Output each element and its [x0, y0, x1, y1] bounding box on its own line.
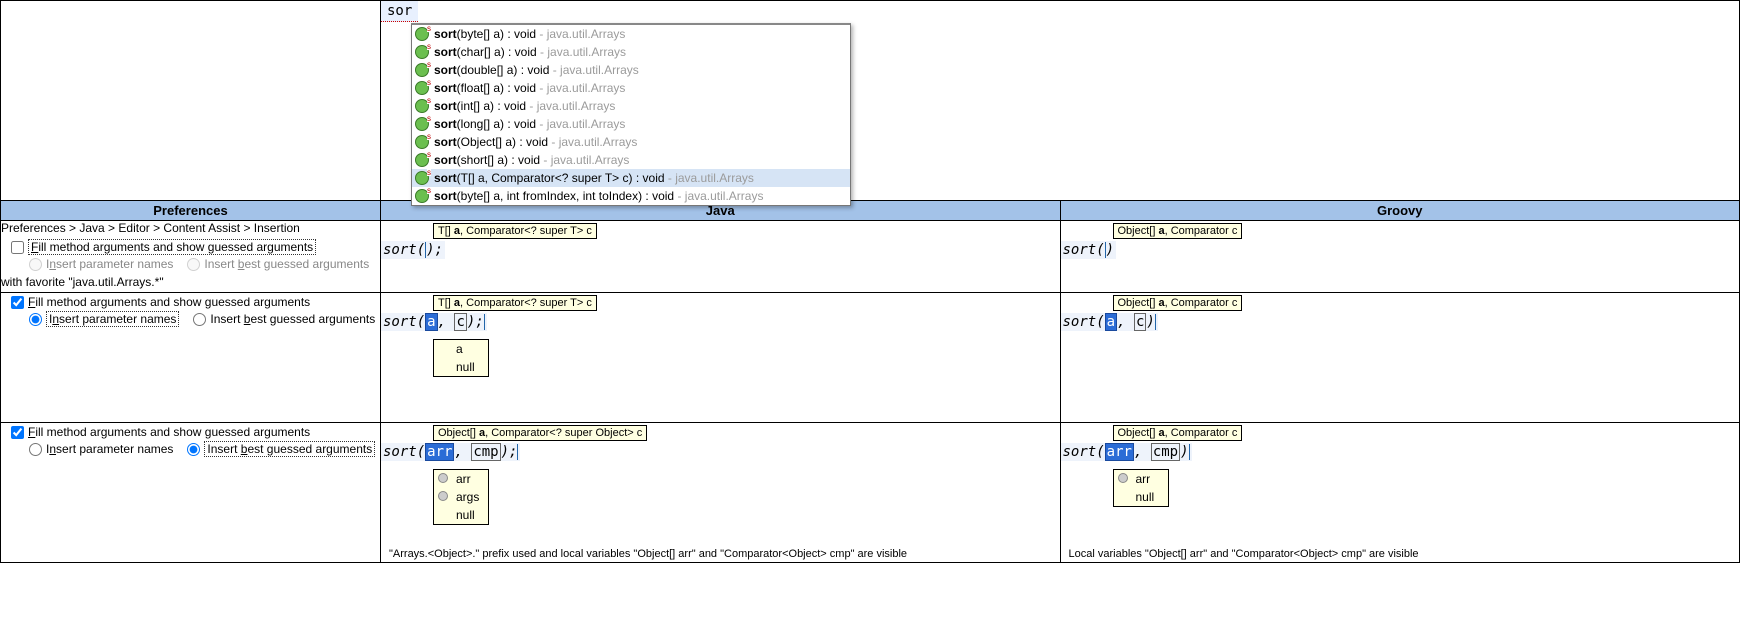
assist-item[interactable]: sort(char[] a) : void - java.util.Arrays	[412, 43, 850, 61]
assist-item[interactable]: sort(short[] a) : void - java.util.Array…	[412, 151, 850, 169]
proposal-item[interactable]: null	[434, 358, 488, 376]
param-tooltip-groovy-1: Object[] a, Comparator c	[1113, 223, 1243, 239]
param-tooltip-java-3: Object[] a, Comparator<? super Object> c	[433, 425, 647, 441]
method-icon	[415, 99, 429, 113]
proposal-item[interactable]: a	[434, 340, 488, 358]
proposal-item[interactable]: null	[1114, 488, 1168, 506]
java-footnote-3: "Arrays.<Object>." prefix used and local…	[389, 548, 1052, 560]
proposal-popup-groovy-3[interactable]: arrnull	[1113, 469, 1169, 507]
method-icon	[415, 189, 429, 203]
radio-best-label-2: Insert best guessed arguments	[210, 312, 375, 326]
radio-names-1	[29, 258, 42, 271]
assist-item[interactable]: sort(long[] a) : void - java.util.Arrays	[412, 115, 850, 133]
radio-names-2[interactable]	[29, 313, 42, 326]
proposal-item[interactable]: null	[434, 506, 488, 524]
assist-item[interactable]: sort(T[] a, Comparator<? super T> c) : v…	[412, 169, 850, 187]
proposal-popup-java-2[interactable]: anull	[433, 339, 489, 377]
param-tooltip-groovy-3: Object[] a, Comparator c	[1113, 425, 1243, 441]
variable-icon	[438, 491, 448, 501]
method-icon	[415, 135, 429, 149]
fill-label-1: Fill method arguments and show guessed a…	[28, 239, 316, 255]
groovy-code-3[interactable]: sort(arr, cmp)	[1061, 443, 1192, 461]
fill-label-2: Fill method arguments and show guessed a…	[28, 295, 310, 309]
groovy-footnote-3: Local variables "Object[] arr" and "Comp…	[1069, 548, 1732, 560]
groovy-code-1[interactable]: sort()	[1061, 241, 1117, 259]
pref-cell-1: Preferences > Java > Editor > Content As…	[1, 221, 381, 293]
assist-item[interactable]: sort(byte[] a, int fromIndex, int toInde…	[412, 187, 850, 205]
pref-path: Preferences > Java > Editor > Content As…	[1, 221, 380, 235]
fill-checkbox-2[interactable]	[11, 296, 24, 309]
param-tooltip-java-2: T[] a, Comparator<? super T> c	[433, 295, 597, 311]
radio-best-label-1: Insert best guessed arguments	[204, 257, 369, 271]
editor-input[interactable]: sor	[381, 1, 418, 22]
java-code-1[interactable]: sort();	[381, 241, 445, 259]
java-code-2[interactable]: sort(a, c);	[381, 313, 487, 331]
content-assist-popup[interactable]: sort(byte[] a) : void - java.util.Arrays…	[411, 23, 851, 206]
radio-best-2[interactable]	[193, 313, 206, 326]
groovy-cell-2: Object[] a, Comparator c sort(a, c)	[1060, 293, 1740, 423]
java-cell-3: Object[] a, Comparator<? super Object> c…	[381, 423, 1061, 563]
editor-area[interactable]: sor sort(byte[] a) : void - java.util.Ar…	[381, 1, 1740, 201]
proposal-item[interactable]: arr	[1114, 470, 1168, 488]
comparison-table: sor sort(byte[] a) : void - java.util.Ar…	[0, 0, 1740, 563]
method-icon	[415, 45, 429, 59]
proposal-item[interactable]: arr	[434, 470, 488, 488]
radio-best-3[interactable]	[187, 443, 200, 456]
groovy-cell-3: Object[] a, Comparator c sort(arr, cmp) …	[1060, 423, 1740, 563]
variable-icon	[438, 473, 448, 483]
radio-best-label-3: Insert best guessed arguments	[204, 441, 375, 457]
java-cell-1: T[] a, Comparator<? super T> c sort();	[381, 221, 1061, 293]
assist-item[interactable]: sort(float[] a) : void - java.util.Array…	[412, 79, 850, 97]
fill-checkbox-3[interactable]	[11, 426, 24, 439]
groovy-cell-1: Object[] a, Comparator c sort()	[1060, 221, 1740, 293]
param-tooltip-java-1: T[] a, Comparator<? super T> c	[433, 223, 597, 239]
java-cell-2: T[] a, Comparator<? super T> c sort(a, c…	[381, 293, 1061, 423]
assist-item[interactable]: sort(byte[] a) : void - java.util.Arrays	[412, 25, 850, 43]
pref-cell-3: Fill method arguments and show guessed a…	[1, 423, 381, 563]
java-code-3[interactable]: sort(arr, cmp);	[381, 443, 520, 461]
header-groovy: Groovy	[1060, 201, 1740, 221]
assist-item[interactable]: sort(double[] a) : void - java.util.Arra…	[412, 61, 850, 79]
proposal-item[interactable]: args	[434, 488, 488, 506]
param-tooltip-groovy-2: Object[] a, Comparator c	[1113, 295, 1243, 311]
method-icon	[415, 117, 429, 131]
favorite-note: with favorite "java.util.Arrays.*"	[1, 275, 380, 289]
method-icon	[415, 63, 429, 77]
radio-names-3[interactable]	[29, 443, 42, 456]
empty-cell	[1, 1, 381, 201]
header-preferences: Preferences	[1, 201, 381, 221]
method-icon	[415, 81, 429, 95]
radio-names-label-3: Insert parameter names	[46, 442, 173, 456]
fill-label-3: Fill method arguments and show guessed a…	[28, 425, 310, 439]
method-icon	[415, 171, 429, 185]
proposal-popup-java-3[interactable]: arrargsnull	[433, 469, 489, 525]
radio-best-1	[187, 258, 200, 271]
assist-item[interactable]: sort(Object[] a) : void - java.util.Arra…	[412, 133, 850, 151]
method-icon	[415, 153, 429, 167]
fill-checkbox-1[interactable]	[11, 241, 24, 254]
variable-icon	[1118, 473, 1128, 483]
radio-names-label-2: Insert parameter names	[46, 311, 179, 327]
pref-cell-2: Fill method arguments and show guessed a…	[1, 293, 381, 423]
groovy-code-2[interactable]: sort(a, c)	[1061, 313, 1158, 331]
method-icon	[415, 27, 429, 41]
assist-item[interactable]: sort(int[] a) : void - java.util.Arrays	[412, 97, 850, 115]
radio-names-label-1: Insert parameter names	[46, 257, 173, 271]
